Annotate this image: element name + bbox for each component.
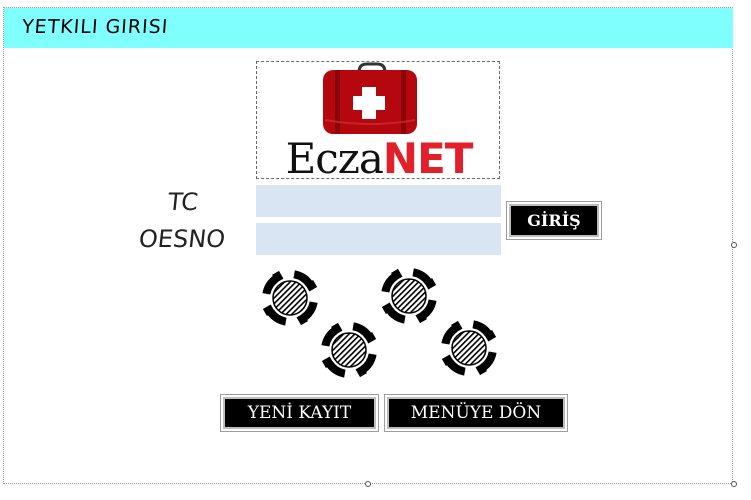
back-to-menu-button-label: MENÜYE DÖN (410, 403, 542, 423)
logo-picture: EczaNET (256, 61, 500, 180)
loading-gear-icon (381, 268, 437, 324)
brand-logo: EczaNET (259, 138, 499, 180)
oesno-label: OESNO (137, 225, 227, 253)
loading-gear-icon (441, 320, 497, 376)
loading-gear-icon (262, 270, 318, 326)
tc-input[interactable] (256, 185, 501, 217)
resize-handle-right[interactable] (731, 242, 737, 248)
resize-handle-bottom[interactable] (365, 481, 371, 487)
loading-gear-icon (321, 322, 377, 378)
brand-name-part1: Ecza (285, 134, 384, 183)
new-record-button[interactable]: YENİ KAYIT (221, 395, 378, 431)
resize-handle-corner[interactable] (731, 481, 737, 487)
brand-name-part2: NET (382, 134, 473, 183)
window-title: YETKILI GIRISI (21, 16, 170, 38)
login-button-label: GİRİŞ (527, 211, 581, 230)
login-button[interactable]: GİRİŞ (507, 202, 601, 239)
new-record-button-label: YENİ KAYIT (247, 403, 352, 423)
title-bar: YETKILI GIRISI (4, 8, 733, 48)
back-to-menu-button[interactable]: MENÜYE DÖN (385, 395, 567, 431)
oesno-input[interactable] (256, 223, 501, 255)
tc-label: TC (166, 188, 200, 216)
first-aid-kit-icon (323, 62, 417, 134)
